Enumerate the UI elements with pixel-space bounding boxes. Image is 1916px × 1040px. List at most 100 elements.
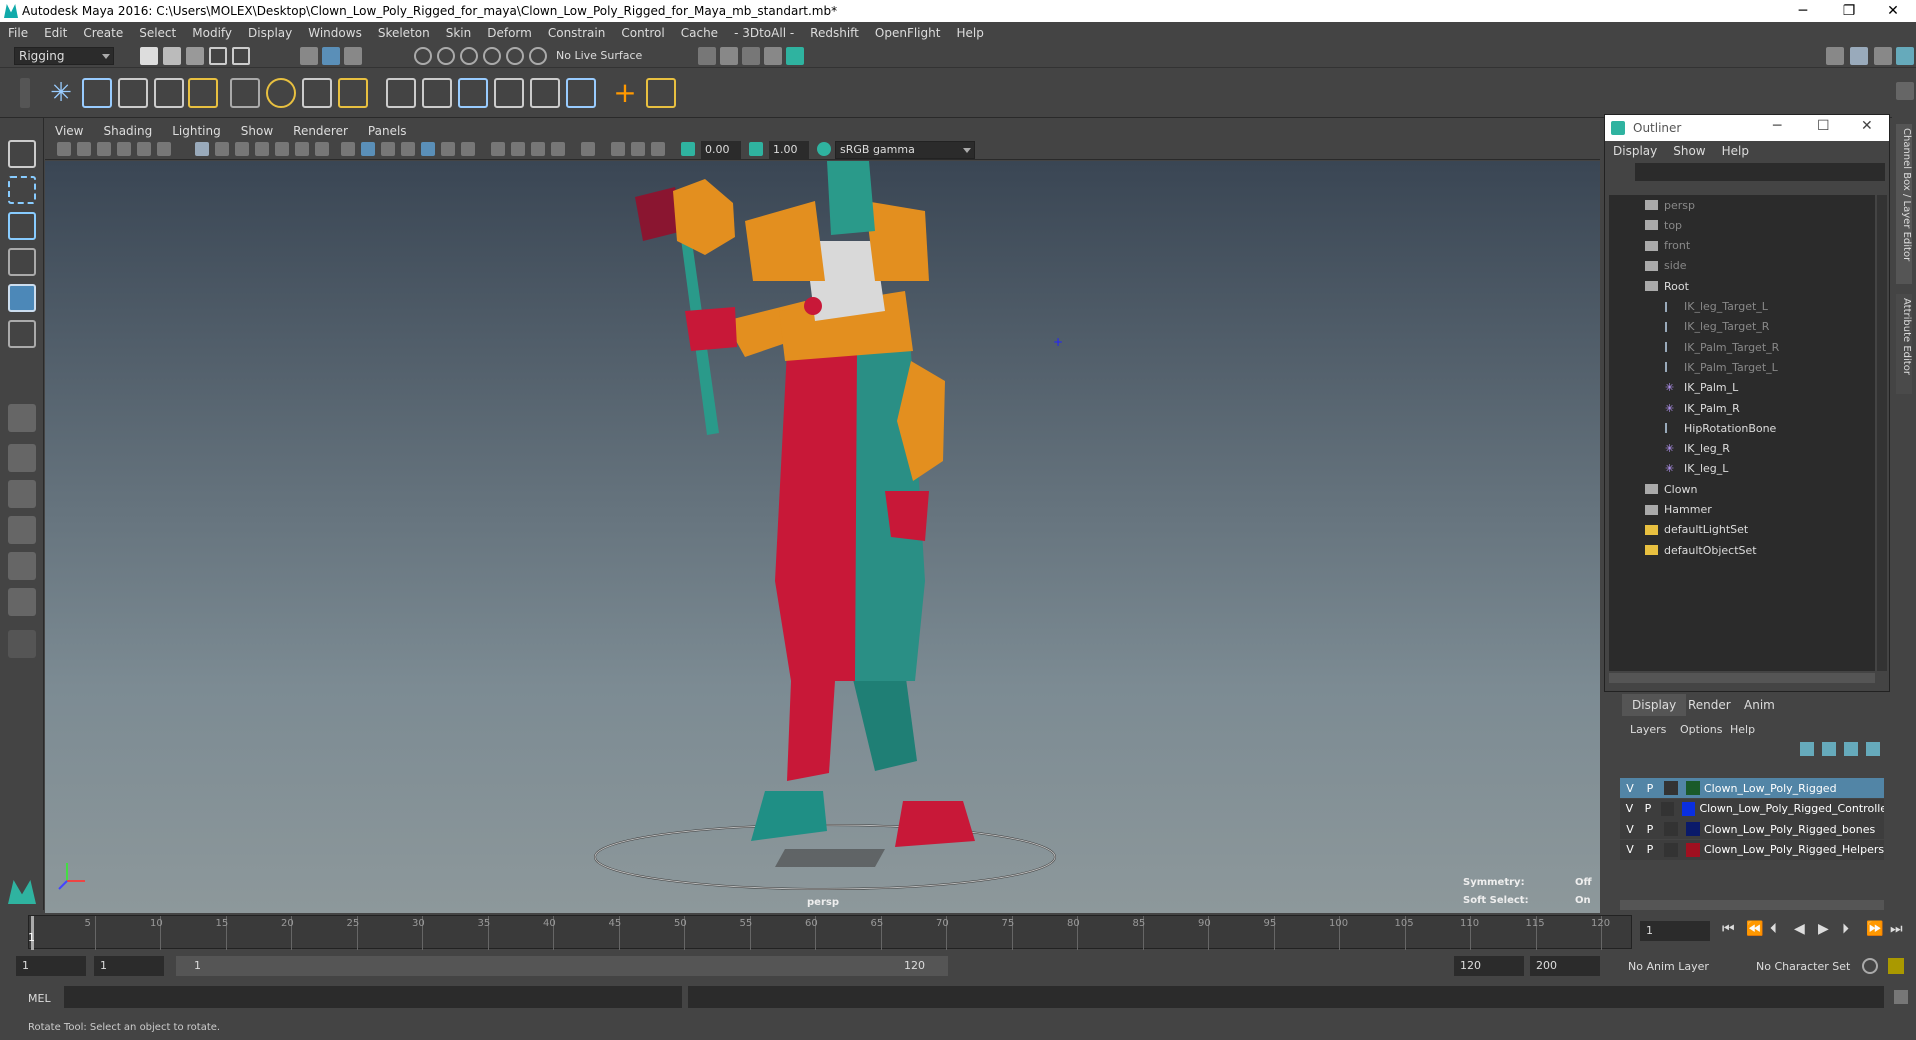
smooth-shade-icon[interactable] <box>361 142 375 156</box>
outliner-item[interactable]: top <box>1645 215 1682 235</box>
layer-display-type[interactable] <box>1661 801 1675 816</box>
outliner-search-field[interactable] <box>1635 163 1885 181</box>
gamma-icon[interactable] <box>749 142 763 156</box>
menu-8[interactable]: Skin <box>438 26 480 40</box>
layer-color-swatch[interactable] <box>1685 842 1700 857</box>
select-hierarchy-icon[interactable] <box>300 47 318 65</box>
anim-start-field[interactable]: 1 <box>16 956 86 976</box>
aim-constraint-icon[interactable] <box>530 78 560 108</box>
safe-title-icon[interactable] <box>315 142 329 156</box>
outliner-item[interactable]: Clown <box>1645 479 1697 499</box>
outliner-item[interactable]: defaultLightSet <box>1645 520 1748 540</box>
outliner-item[interactable]: IK_leg_Target_L <box>1665 297 1768 317</box>
color-management-icon[interactable] <box>817 142 831 156</box>
panel-toggle-icon[interactable] <box>1896 47 1914 65</box>
default-material-icon[interactable] <box>381 142 395 156</box>
render-settings-icon[interactable] <box>698 47 716 65</box>
snap-curve-icon[interactable] <box>437 47 455 65</box>
viewport-menu-1[interactable]: Shading <box>93 124 162 138</box>
snap-surface-icon[interactable] <box>506 47 524 65</box>
single-perspective-layout-icon[interactable] <box>8 404 36 432</box>
scale-tool-icon[interactable] <box>8 320 36 348</box>
undo-icon[interactable] <box>209 47 227 65</box>
layer-row[interactable]: V P Clown_Low_Poly_Rigged_Controllers <box>1620 798 1884 819</box>
insert-joint-icon[interactable] <box>154 78 184 108</box>
parent-constraint-icon[interactable] <box>386 78 416 108</box>
menu-0[interactable]: File <box>0 26 36 40</box>
new-layer-selected-icon[interactable] <box>1866 742 1880 756</box>
outliner-item[interactable]: HipRotationBone <box>1665 418 1776 438</box>
2d-pan-zoom-icon[interactable] <box>137 142 151 156</box>
screen-space-ao-icon[interactable] <box>491 142 505 156</box>
outliner-menu-0[interactable]: Display <box>1605 144 1665 158</box>
layer-visibility-toggle[interactable]: V <box>1620 802 1639 815</box>
use-lights-icon[interactable] <box>441 142 455 156</box>
paint-select-icon[interactable] <box>8 212 36 240</box>
viewport-menu-5[interactable]: Panels <box>358 124 417 138</box>
outliner-menu-1[interactable]: Show <box>1665 144 1713 158</box>
set-key-icon[interactable] <box>646 78 676 108</box>
play-forwards-icon[interactable]: ▶ <box>1818 921 1829 937</box>
mirror-joint-icon[interactable] <box>188 78 218 108</box>
safe-action-icon[interactable] <box>295 142 309 156</box>
menu-11[interactable]: Control <box>613 26 672 40</box>
channel-box-tab[interactable]: Channel Box / Layer Editor <box>1896 124 1912 284</box>
outliner-item[interactable]: side <box>1645 256 1687 276</box>
step-back-key-icon[interactable]: ⏪ <box>1746 921 1763 937</box>
play-backwards-icon[interactable]: ◀ <box>1794 921 1805 937</box>
animation-prefs-icon[interactable] <box>1888 958 1904 974</box>
grease-pencil-icon[interactable] <box>157 142 171 156</box>
persp-graph-layout-icon[interactable] <box>8 516 36 544</box>
layer-menu-2[interactable]: Help <box>1730 723 1755 736</box>
outliner-item[interactable]: persp <box>1645 195 1695 215</box>
step-back-frame-icon[interactable]: ⏴ <box>1770 921 1777 937</box>
film-gate-icon[interactable] <box>215 142 229 156</box>
step-forward-frame-icon[interactable]: ⏵ <box>1842 921 1849 937</box>
layer-tab-2[interactable]: Anim <box>1734 694 1785 716</box>
step-forward-key-icon[interactable]: ⏩ <box>1866 921 1883 937</box>
layer-tab-1[interactable]: Render <box>1678 694 1741 716</box>
scale-constraint-icon[interactable] <box>494 78 524 108</box>
menu-5[interactable]: Display <box>240 26 300 40</box>
gate-mask-icon[interactable] <box>255 142 269 156</box>
layer-row[interactable]: V P Clown_Low_Poly_Rigged_bones <box>1620 819 1884 839</box>
layer-color-swatch[interactable] <box>1686 781 1700 795</box>
menuset-dropdown[interactable]: Rigging <box>14 47 114 65</box>
outliner-item[interactable]: defaultObjectSet <box>1645 540 1757 560</box>
playback-start-field[interactable]: 1 <box>94 956 164 976</box>
go-to-start-icon[interactable]: ⏮ <box>1722 921 1735 937</box>
anti-aliasing-icon[interactable] <box>531 142 545 156</box>
snap-grid-icon[interactable] <box>414 47 432 65</box>
layer-visibility-toggle[interactable]: V <box>1620 782 1640 795</box>
menu-15[interactable]: OpenFlight <box>867 26 949 40</box>
menu-12[interactable]: Cache <box>673 26 726 40</box>
close-button[interactable]: ✕ <box>1870 0 1916 22</box>
joint-tool-icon[interactable]: ✳ <box>46 78 76 108</box>
rotate-tool-icon[interactable] <box>8 284 36 312</box>
gamma-value[interactable]: 1.00 <box>769 141 809 159</box>
command-input[interactable] <box>64 986 682 1008</box>
point-constraint-icon[interactable] <box>422 78 452 108</box>
outliner-item[interactable]: IK_Palm_Target_R <box>1665 337 1779 357</box>
workspace-icon[interactable] <box>1826 47 1844 65</box>
cluster-icon[interactable] <box>338 78 368 108</box>
range-slider[interactable]: 1 120 <box>176 956 948 976</box>
new-empty-layer-icon[interactable] <box>1844 742 1858 756</box>
menu-1[interactable]: Edit <box>36 26 75 40</box>
outliner-item[interactable]: ✳ IK_Palm_R <box>1665 398 1740 418</box>
lasso-tool-icon[interactable] <box>8 176 36 204</box>
outliner-close-button[interactable]: ✕ <box>1861 118 1873 134</box>
menu-16[interactable]: Help <box>948 26 991 40</box>
attribute-editor-tab[interactable]: Attribute Editor <box>1896 294 1912 394</box>
snap-vertex-icon[interactable] <box>529 47 547 65</box>
outliner-minimize-button[interactable]: ─ <box>1773 118 1781 134</box>
locator-icon[interactable]: + <box>610 78 640 108</box>
auto-key-icon[interactable] <box>1862 958 1878 974</box>
xray-joints-icon[interactable] <box>651 142 665 156</box>
menu-2[interactable]: Create <box>75 26 131 40</box>
snap-point-icon[interactable] <box>460 47 478 65</box>
bookmark-icon[interactable] <box>97 142 111 156</box>
redo-icon[interactable] <box>232 47 250 65</box>
xray-active-icon[interactable] <box>631 142 645 156</box>
resolution-gate-icon[interactable] <box>235 142 249 156</box>
